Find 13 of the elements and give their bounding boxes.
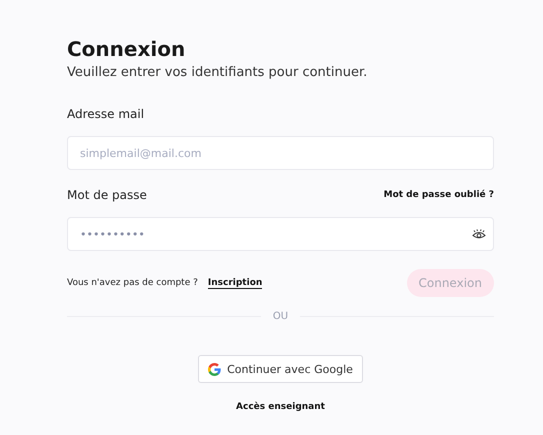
field-label: Adresse mail <box>67 106 144 122</box>
google-button[interactable]: Continuer avec Google <box>198 355 363 383</box>
field-label: Mot de passe <box>67 187 147 203</box>
signup-prompt: Vous n'avez pas de compte ? <box>67 278 198 288</box>
subtitle: Veuillez entrer vos identifiants pour continuer. <box>67 64 368 82</box>
email-field[interactable]: simplemail@mail.com <box>67 136 494 170</box>
eye-icon[interactable] <box>472 229 486 240</box>
forgot-password-link[interactable]: Mot de passe oublié ? <box>384 190 494 200</box>
page-title: Connexion <box>67 36 186 62</box>
divider-label: OU <box>272 311 288 322</box>
signup-link[interactable]: Inscription <box>208 278 262 288</box>
teacher-access-link[interactable]: Accès enseignant <box>236 402 325 412</box>
google-logo-icon <box>208 362 222 376</box>
